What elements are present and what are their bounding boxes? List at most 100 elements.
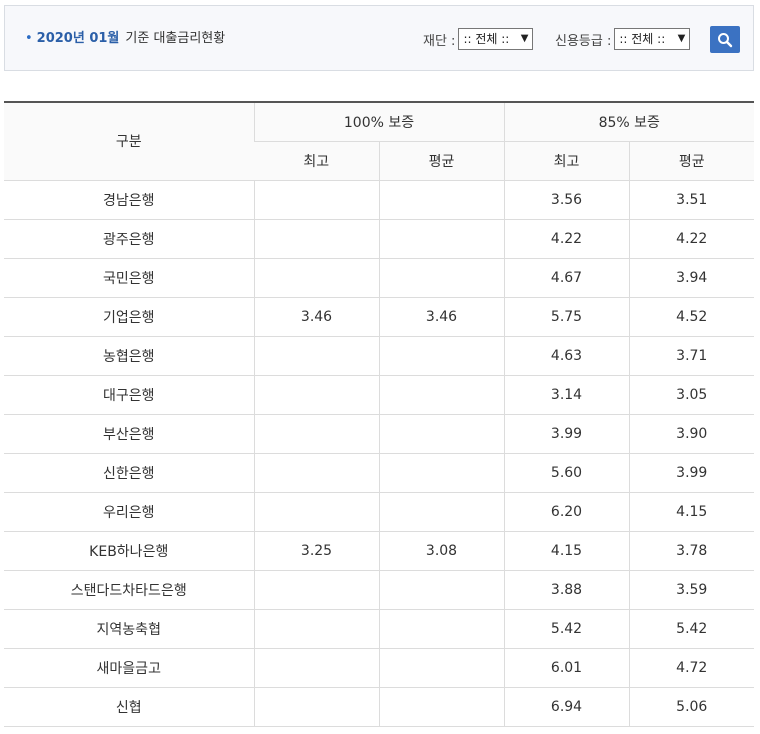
guarantee-85-max-cell: 3.88: [503, 570, 629, 610]
column-header-100-max: 최고: [254, 141, 379, 181]
search-icon: [718, 32, 733, 47]
bank-name-cell: 스탠다드차타드은행: [4, 570, 254, 610]
dropdown-arrow-icon: ▼: [520, 33, 529, 44]
table-row: 농협은행 4.63 3.71: [4, 336, 755, 376]
column-header-85-max: 최고: [503, 141, 629, 181]
fund-select-value: :: 전체 ::: [463, 32, 510, 46]
guarantee-100-avg-cell: [378, 570, 504, 610]
guarantee-85-max-cell: 4.22: [503, 219, 629, 259]
table-row: 지역농축협 5.42 5.42: [4, 609, 755, 649]
guarantee-85-avg-cell: 3.05: [628, 375, 755, 415]
guarantee-85-max-cell: 4.15: [503, 531, 629, 571]
bank-name-cell: 기업은행: [4, 297, 254, 337]
guarantee-85-avg-cell: 4.52: [628, 297, 755, 337]
guarantee-85-max-cell: 3.99: [503, 414, 629, 454]
guarantee-85-avg-cell: 4.72: [628, 648, 755, 688]
guarantee-100-avg-cell: [378, 492, 504, 532]
table-row: KEB하나은행 3.25 3.08 4.15 3.78: [4, 531, 755, 571]
table-row: 대구은행 3.14 3.05: [4, 375, 755, 415]
guarantee-100-avg-cell: [378, 687, 504, 727]
guarantee-85-max-cell: 4.67: [503, 258, 629, 298]
guarantee-100-avg-cell: [378, 336, 504, 376]
bank-name-cell: 지역농축협: [4, 609, 254, 649]
table-row: 부산은행 3.99 3.90: [4, 414, 755, 454]
guarantee-85-avg-cell: 5.06: [628, 687, 755, 727]
guarantee-85-avg-cell: 4.15: [628, 492, 755, 532]
guarantee-85-max-cell: 5.42: [503, 609, 629, 649]
fund-filter: 재단 : :: 전체 :: ▼: [423, 28, 534, 50]
bank-name-cell: 국민은행: [4, 258, 254, 298]
credit-grade-label: 신용등급 :: [555, 33, 612, 49]
guarantee-100-avg-cell: [378, 258, 504, 298]
guarantee-85-max-cell: 6.20: [503, 492, 629, 532]
guarantee-100-max-cell: [253, 180, 379, 220]
guarantee-100-avg-cell: 3.46: [378, 297, 504, 337]
guarantee-100-max-cell: [253, 492, 379, 532]
credit-grade-filter: 신용등급 : :: 전체 :: ▼: [555, 28, 691, 50]
guarantee-100-max-cell: [253, 219, 379, 259]
table-row: 신한은행 5.60 3.99: [4, 453, 755, 493]
fund-select[interactable]: :: 전체 :: ▼: [458, 28, 534, 50]
table-row: 신협 6.94 5.06: [4, 687, 755, 727]
column-header-100-avg: 평균: [378, 141, 504, 181]
guarantee-100-max-cell: [253, 258, 379, 298]
table-body: 경남은행 3.56 3.51 광주은행 4.22 4.22 국민은행 4.67 3.94 기업은행…: [4, 180, 755, 727]
guarantee-85-max-cell: 4.63: [503, 336, 629, 376]
guarantee-85-avg-cell: 3.59: [628, 570, 755, 610]
table-row: 광주은행 4.22 4.22: [4, 219, 755, 259]
credit-grade-select[interactable]: :: 전체 :: ▼: [614, 28, 691, 50]
guarantee-85-max-cell: 3.56: [503, 180, 629, 220]
column-group-85-guarantee: 85% 보증: [503, 101, 755, 142]
guarantee-85-avg-cell: 5.42: [628, 609, 755, 649]
guarantee-85-max-cell: 5.75: [503, 297, 629, 337]
guarantee-100-avg-cell: [378, 180, 504, 220]
dropdown-arrow-icon: ▼: [677, 33, 686, 44]
guarantee-100-max-cell: 3.46: [253, 297, 379, 337]
bank-name-cell: 광주은행: [4, 219, 254, 259]
heading-text: 기준 대출금리현황: [125, 31, 226, 46]
guarantee-85-max-cell: 6.94: [503, 687, 629, 727]
guarantee-100-max-cell: [253, 414, 379, 454]
guarantee-85-max-cell: 6.01: [503, 648, 629, 688]
filter-bar: • 2020년 01월 기준 대출금리현황 재단 : :: 전체 :: ▼ 신용등급…: [4, 5, 754, 71]
bank-name-cell: 경남은행: [4, 180, 254, 220]
table-row: 스탠다드차타드은행 3.88 3.59: [4, 570, 755, 610]
table-row: 경남은행 3.56 3.51: [4, 180, 755, 220]
guarantee-85-avg-cell: 3.99: [628, 453, 755, 493]
bank-name-cell: 농협은행: [4, 336, 254, 376]
guarantee-85-avg-cell: 3.78: [628, 531, 755, 571]
rate-status-heading: • 2020년 01월 기준 대출금리현황: [25, 27, 225, 46]
bank-name-cell: 우리은행: [4, 492, 254, 532]
loan-rate-table: 구분 100% 보증 85% 보증 최고 평균 최고 평균 경남은행 3.56 3.…: [4, 101, 755, 727]
column-group-100-guarantee: 100% 보증: [253, 101, 504, 142]
guarantee-85-avg-cell: 3.94: [628, 258, 755, 298]
bank-name-cell: 새마을금고: [4, 648, 254, 688]
bank-name-cell: 부산은행: [4, 414, 254, 454]
bank-name-cell: 신한은행: [4, 453, 254, 493]
reference-date: 2020년 01월: [36, 31, 120, 46]
search-button[interactable]: [710, 26, 740, 53]
bank-name-cell: 대구은행: [4, 375, 254, 415]
guarantee-100-max-cell: [253, 570, 379, 610]
table-row: 우리은행 6.20 4.15: [4, 492, 755, 532]
guarantee-100-avg-cell: [378, 375, 504, 415]
guarantee-100-max-cell: [253, 453, 379, 493]
guarantee-100-max-cell: 3.25: [253, 531, 379, 571]
guarantee-100-avg-cell: [378, 219, 504, 259]
column-header-category: 구분: [4, 101, 254, 181]
bank-name-cell: KEB하나은행: [4, 531, 254, 571]
table-row: 국민은행 4.67 3.94: [4, 258, 755, 298]
guarantee-100-avg-cell: 3.08: [378, 531, 504, 571]
guarantee-85-avg-cell: 4.22: [628, 219, 755, 259]
guarantee-85-max-cell: 3.14: [503, 375, 629, 415]
guarantee-100-avg-cell: [378, 648, 504, 688]
table-header-row: 구분 100% 보증 85% 보증: [4, 101, 755, 181]
guarantee-85-avg-cell: 3.90: [628, 414, 755, 454]
credit-grade-select-value: :: 전체 ::: [619, 32, 666, 46]
fund-label: 재단 :: [423, 33, 456, 49]
guarantee-85-max-cell: 5.60: [503, 453, 629, 493]
guarantee-100-max-cell: [253, 648, 379, 688]
column-header-85-avg: 평균: [628, 141, 755, 181]
guarantee-100-avg-cell: [378, 453, 504, 493]
guarantee-85-avg-cell: 3.51: [628, 180, 755, 220]
